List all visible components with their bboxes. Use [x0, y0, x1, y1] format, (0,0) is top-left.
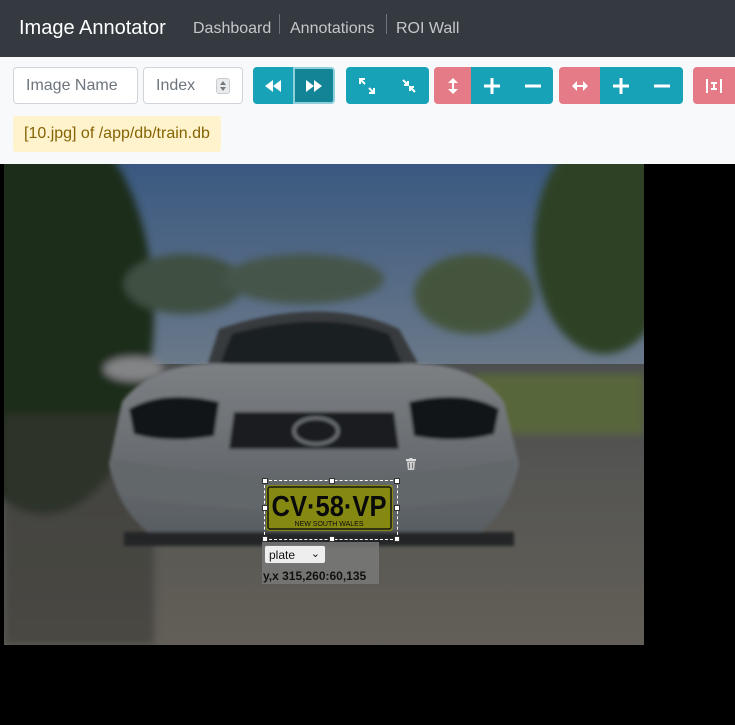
minus-icon [524, 84, 541, 87]
toolbar: Image Name Index [10.jpg] of /app/db/tra… [0, 57, 735, 164]
horizontal-decrease-button[interactable] [641, 67, 683, 104]
prev-image-button[interactable] [253, 67, 293, 104]
nav-divider [279, 14, 280, 34]
horizontal-increase-button[interactable] [600, 67, 641, 104]
index-stepper[interactable] [216, 78, 230, 94]
next-image-button[interactable] [293, 67, 335, 104]
compress-icon [401, 78, 416, 93]
roi-coordinates: y,x 315,260:60,135 [263, 569, 367, 583]
resize-handle-se[interactable] [394, 536, 400, 542]
current-image-status: [10.jpg] of /app/db/train.db [13, 116, 221, 152]
image-canvas[interactable]: CV·58·VP NEW SOUTH WALES plate ⌄ y,x 315… [4, 164, 644, 645]
nav-dashboard[interactable]: Dashboard [193, 20, 271, 38]
index-placeholder: Index [156, 77, 196, 94]
plus-icon [612, 77, 629, 94]
image-name-placeholder: Image Name [26, 77, 118, 94]
nav-divider [386, 14, 387, 34]
resize-handle-ne[interactable] [394, 478, 400, 484]
resize-handle-e[interactable] [394, 505, 400, 511]
fit-width-icon [706, 78, 722, 93]
vertical-scale-button[interactable] [434, 67, 471, 104]
fast-forward-icon [306, 79, 322, 92]
vertical-increase-button[interactable] [471, 67, 512, 104]
resize-handle-nw[interactable] [262, 478, 268, 484]
navbar: Image Annotator Dashboard Annotations RO… [0, 0, 735, 57]
compress-button[interactable] [388, 67, 429, 104]
fast-backward-icon [265, 79, 281, 92]
image-name-input[interactable]: Image Name [13, 67, 138, 104]
fit-width-button[interactable] [693, 67, 735, 104]
expand-icon [359, 77, 375, 94]
minus-icon [654, 84, 670, 87]
vertical-decrease-button[interactable] [512, 67, 553, 104]
trash-icon[interactable] [406, 458, 416, 470]
roi-label-box: plate ⌄ y,x 315,260:60,135 [262, 542, 379, 584]
index-input[interactable]: Index [143, 67, 243, 104]
roi-class-value: plate [269, 548, 296, 562]
plus-icon [483, 77, 500, 94]
roi-class-select[interactable]: plate ⌄ [264, 545, 326, 564]
resize-handle-w[interactable] [262, 505, 268, 511]
arrows-horizontal-icon [571, 80, 588, 91]
arrows-vertical-icon [447, 77, 458, 94]
resize-handle-n[interactable] [329, 478, 335, 484]
nav-annotations[interactable]: Annotations [290, 20, 375, 38]
horizontal-scale-button[interactable] [559, 67, 600, 104]
roi-bounding-box[interactable] [262, 478, 400, 542]
chevron-down-icon: ⌄ [310, 548, 320, 560]
nav-roi-wall[interactable]: ROI Wall [396, 20, 459, 38]
expand-button[interactable] [346, 67, 388, 104]
app-title[interactable]: Image Annotator [19, 17, 166, 40]
